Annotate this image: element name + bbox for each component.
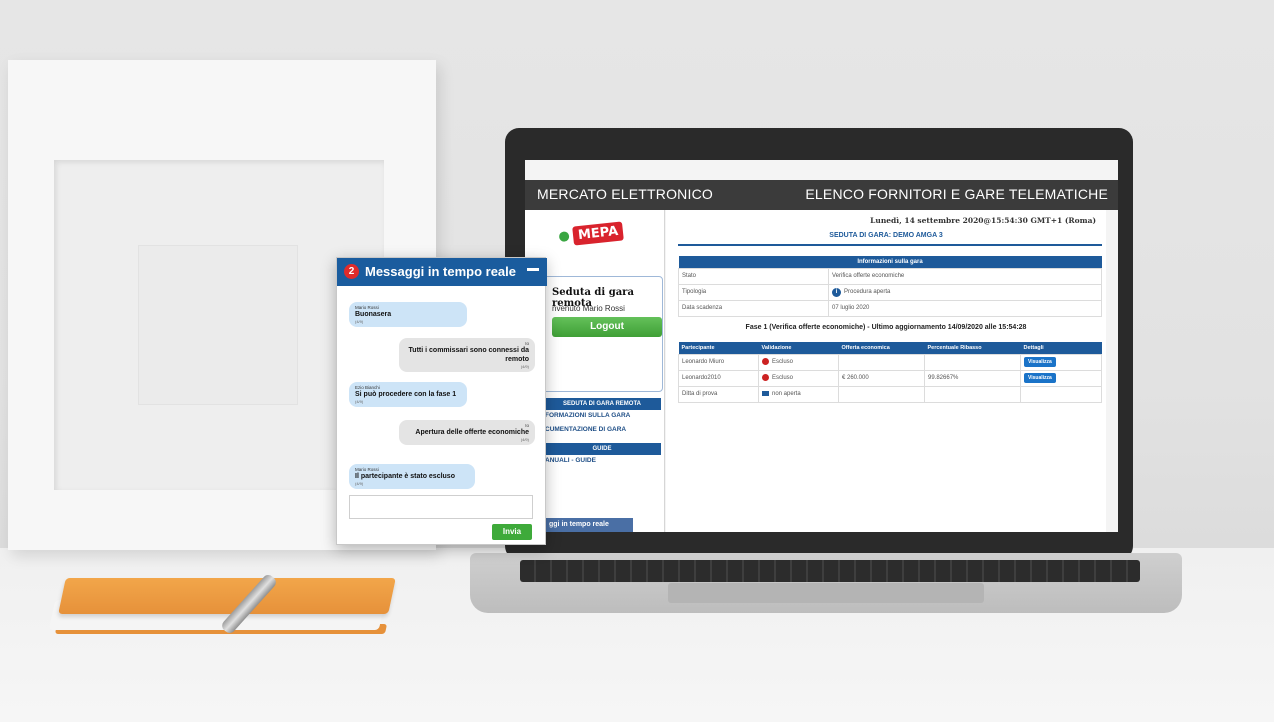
status-text: Escluso [772, 359, 794, 366]
chat-message: Io Tutti i commissari sono connessi da r… [399, 338, 535, 372]
message-text: Tutti i commissari sono connessi da remo… [408, 347, 529, 363]
info-label: Data scadenza [678, 299, 829, 317]
sidebar-chat-tab[interactable]: ggi in tempo reale [543, 518, 633, 532]
sidebar-link-informazioni[interactable]: FORMAZIONI SULLA GARA [545, 412, 630, 419]
chat-input[interactable] [349, 495, 533, 519]
info-label: Tipologia [678, 283, 829, 301]
laptop-screen: MERCATO ELETTRONICO ELENCO FORNITORI E G… [525, 160, 1118, 532]
message-time: (4/9) [355, 481, 364, 486]
cell-detail: Visualizza [1020, 353, 1102, 371]
info-table: Informazioni sulla gara Stato Verifica o… [678, 256, 1102, 317]
message-time: (4/9) [520, 437, 529, 442]
cell-pct: 99.82667% [924, 369, 1021, 387]
chat-header: 2 Messaggi in tempo reale [337, 258, 547, 286]
sidebar-section-guide: GUIDE [543, 443, 661, 455]
cell-name: Ditta di prova [678, 385, 759, 403]
seduta-box: Seduta di gara remota nvenuto Mario Ross… [533, 276, 663, 392]
table-row: Leonardo Miuro Escluso Visualizza [678, 353, 1102, 371]
table-row: Leonardo2010 Escluso € 260.000 99.82667%… [678, 369, 1102, 387]
info-value: Procedura aperta [844, 288, 891, 295]
info-value: 07 luglio 2020 [828, 299, 1102, 317]
sidebar-link-documentazione[interactable]: CUMENTAZIONE DI GARA [545, 426, 626, 433]
cell-offer [838, 385, 925, 403]
cell-pct [924, 353, 1021, 371]
fase-line: Fase 1 (Verifica offerte economiche) - U… [745, 324, 1027, 331]
chat-message: Io Apertura delle offerte economiche (4/… [399, 420, 535, 445]
folder-icon [762, 390, 769, 396]
cell-detail: Visualizza [1020, 369, 1102, 387]
app-header: MERCATO ELETTRONICO ELENCO FORNITORI E G… [525, 180, 1118, 210]
unread-badge: 2 [344, 264, 359, 279]
table-row: Stato Verifica offerte economiche [678, 267, 1102, 285]
message-text: Buonasera [355, 311, 392, 318]
table-row: Tipologia i Procedura aperta [678, 283, 1102, 301]
send-button[interactable]: Invia [492, 524, 532, 540]
col-validazione: Validazione [758, 342, 839, 354]
cell-status: Escluso [758, 353, 839, 371]
mepa-logo: MEPA [572, 221, 625, 246]
message-time: (4/9) [355, 319, 364, 324]
gara-title: SEDUTA DI GARA: DEMO AMGA 3 [829, 232, 943, 239]
col-offerta: Offerta economica [838, 342, 925, 354]
message-time: (4/9) [355, 399, 364, 404]
info-value: Verifica offerte economiche [828, 267, 1102, 285]
sidebar-link-manuali[interactable]: ANUALI - GUIDE [545, 457, 596, 464]
message-time: (4/9) [520, 364, 529, 369]
cell-offer: € 260.000 [838, 369, 925, 387]
cell-status: non aperta [758, 385, 839, 403]
sidebar-section-seduta: SEDUTA DI GARA REMOTA [543, 398, 661, 410]
frame-mat [138, 245, 298, 405]
info-icon: i [832, 287, 841, 297]
visualizza-button[interactable]: Visualizza [1024, 373, 1056, 383]
excluded-icon [762, 358, 769, 366]
col-percentuale: Percentuale Ribasso [924, 342, 1021, 354]
visualizza-button[interactable]: Visualizza [1024, 357, 1056, 367]
info-label: Stato [678, 267, 829, 285]
header-title-right: ELENCO FORNITORI E GARE TELEMATICHE [805, 186, 1108, 202]
message-text: Il partecipante è stato escluso [355, 473, 455, 480]
date-line: Lunedì, 14 settembre 2020@15:54:30 GMT+1… [870, 216, 1096, 225]
notebook-cover [58, 578, 396, 614]
table-header-row: Partecipante Validazione Offerta economi… [678, 342, 1102, 354]
participants-table: Partecipante Validazione Offerta economi… [678, 342, 1102, 403]
chat-window: 2 Messaggi in tempo reale Mario Rossi Bu… [336, 257, 547, 545]
table-row: Ditta di prova non aperta [678, 385, 1102, 403]
photo-scene: MERCATO ELETTRONICO ELENCO FORNITORI E G… [0, 0, 1274, 722]
main-content: Lunedì, 14 settembre 2020@15:54:30 GMT+1… [666, 210, 1106, 532]
cell-detail [1020, 385, 1102, 403]
title-divider [678, 244, 1102, 246]
notebook [48, 572, 396, 642]
laptop-trackpad [668, 583, 984, 603]
cell-status: Escluso [758, 369, 839, 387]
chat-title: Messaggi in tempo reale [365, 264, 516, 279]
welcome-text: nvenuto Mario Rossi [552, 304, 625, 313]
logout-button[interactable]: Logout [552, 317, 662, 337]
cell-name: Leonardo Miuro [678, 353, 759, 371]
header-title-left: MERCATO ELETTRONICO [537, 186, 713, 202]
col-dettagli: Dettagli [1020, 342, 1102, 354]
status-text: Escluso [772, 375, 794, 382]
table-row: Data scadenza 07 luglio 2020 [678, 299, 1102, 317]
excluded-icon [762, 374, 769, 382]
laptop-keyboard [520, 560, 1140, 582]
minimize-icon[interactable] [527, 268, 539, 271]
col-partecipante: Partecipante [678, 342, 759, 354]
status-text: non aperta [772, 391, 801, 398]
message-text: Apertura delle offerte economiche [415, 429, 529, 436]
chat-message: Mario Rossi Il partecipante è stato escl… [349, 464, 475, 489]
cell-pct [924, 385, 1021, 403]
chat-message: Mario Rossi Buonasera (4/9) [349, 302, 467, 327]
cell-offer [838, 353, 925, 371]
cell-name: Leonardo2010 [678, 369, 759, 387]
info-value-cell: i Procedura aperta [828, 283, 1102, 301]
chat-message: Ezio Bianchi Si può procedere con la fas… [349, 382, 467, 407]
info-table-head: Informazioni sulla gara [678, 256, 1102, 268]
message-text: Si può procedere con la fase 1 [355, 391, 457, 398]
